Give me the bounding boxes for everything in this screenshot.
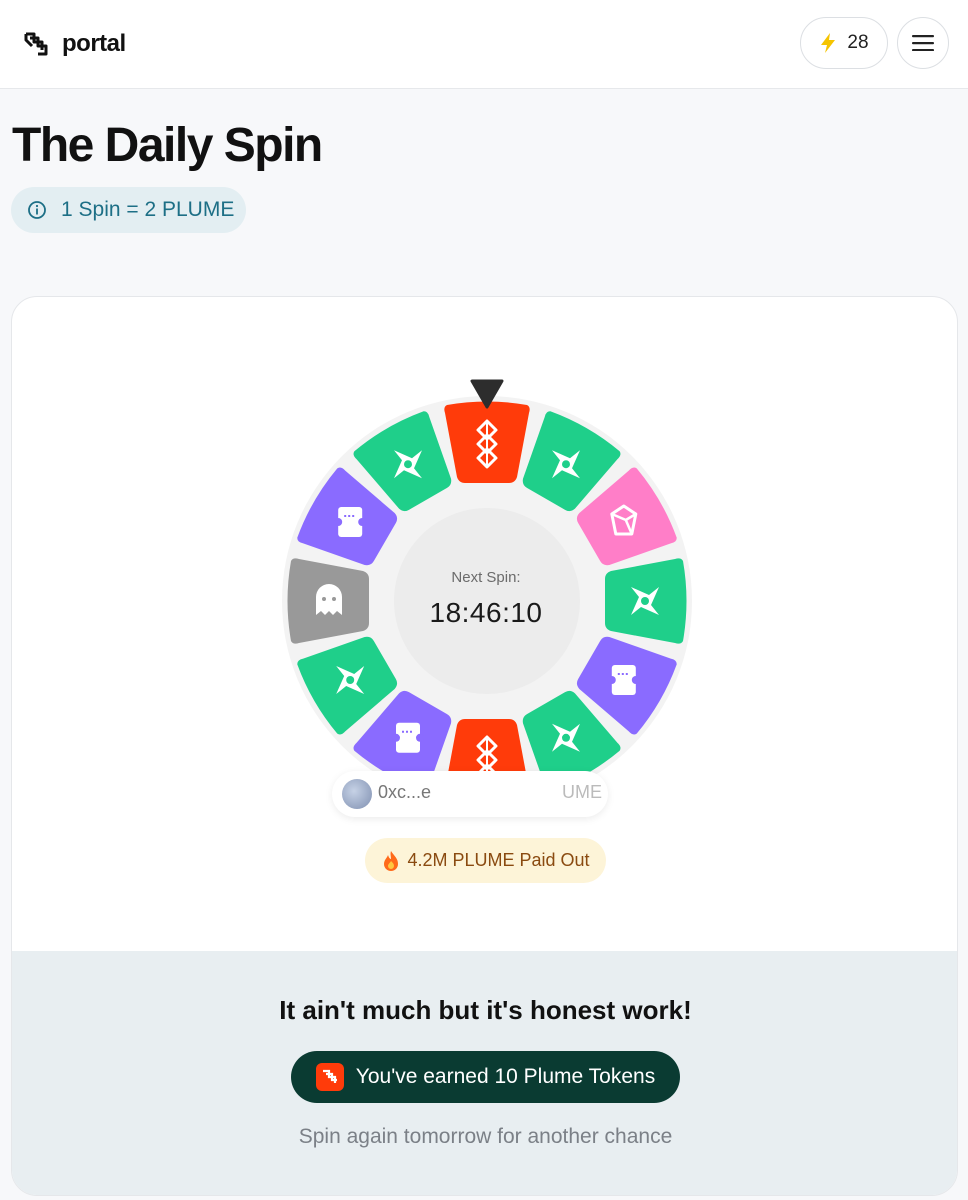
plume-token-icon (315, 1063, 344, 1091)
next-spin-label: Next Spin: (451, 569, 521, 586)
wheel-segment-shuriken (605, 558, 687, 644)
ticket-icon (607, 665, 640, 695)
ticker-fade (432, 771, 572, 817)
paid-out-badge: 4.2M PLUME Paid Out (365, 838, 606, 883)
result-title: It ain't much but it's honest work! (279, 995, 692, 1025)
earned-tokens-text: You've earned 10 Plume Tokens (355, 1065, 656, 1088)
portal-logo-icon (24, 32, 48, 56)
avatar (342, 779, 372, 809)
recent-winner-ticker: 0xc...e UME (332, 771, 608, 817)
paid-out-text: 4.2M PLUME Paid Out (407, 850, 590, 870)
wheel-segment-ghost (287, 558, 369, 644)
ghost-icon (316, 584, 342, 615)
portal-logo[interactable]: portal (22, 28, 126, 60)
ticket-icon (334, 507, 367, 537)
fire-icon (384, 850, 399, 871)
points-count: 28 (847, 32, 869, 53)
lightning-bolt-icon (821, 33, 836, 53)
points-button[interactable]: 28 (800, 17, 888, 69)
retry-message: Spin again tomorrow for another chance (298, 1125, 673, 1148)
winner-address: 0xc...e (378, 782, 432, 802)
page-title: The Daily Spin (12, 119, 323, 172)
earned-tokens-pill: You've earned 10 Plume Tokens (291, 1051, 680, 1103)
top-header: portal 28 (0, 0, 968, 89)
hamburger-menu-icon (912, 35, 934, 51)
ticket-icon (392, 722, 424, 753)
spin-rate-text: 1 Spin = 2 PLUME (61, 198, 235, 221)
menu-button[interactable] (897, 17, 949, 69)
logo-text: portal (62, 30, 126, 57)
info-icon (28, 201, 46, 219)
next-spin-countdown: 18:46:10 (429, 597, 543, 628)
winner-amount: UME (562, 782, 602, 802)
spin-card: Next Spin: 18:46:10 0xc...e UME 4.2M PLU… (11, 296, 958, 1196)
spin-rate-badge: 1 Spin = 2 PLUME (11, 187, 246, 233)
wheel-segment-plume-logo (444, 401, 530, 483)
